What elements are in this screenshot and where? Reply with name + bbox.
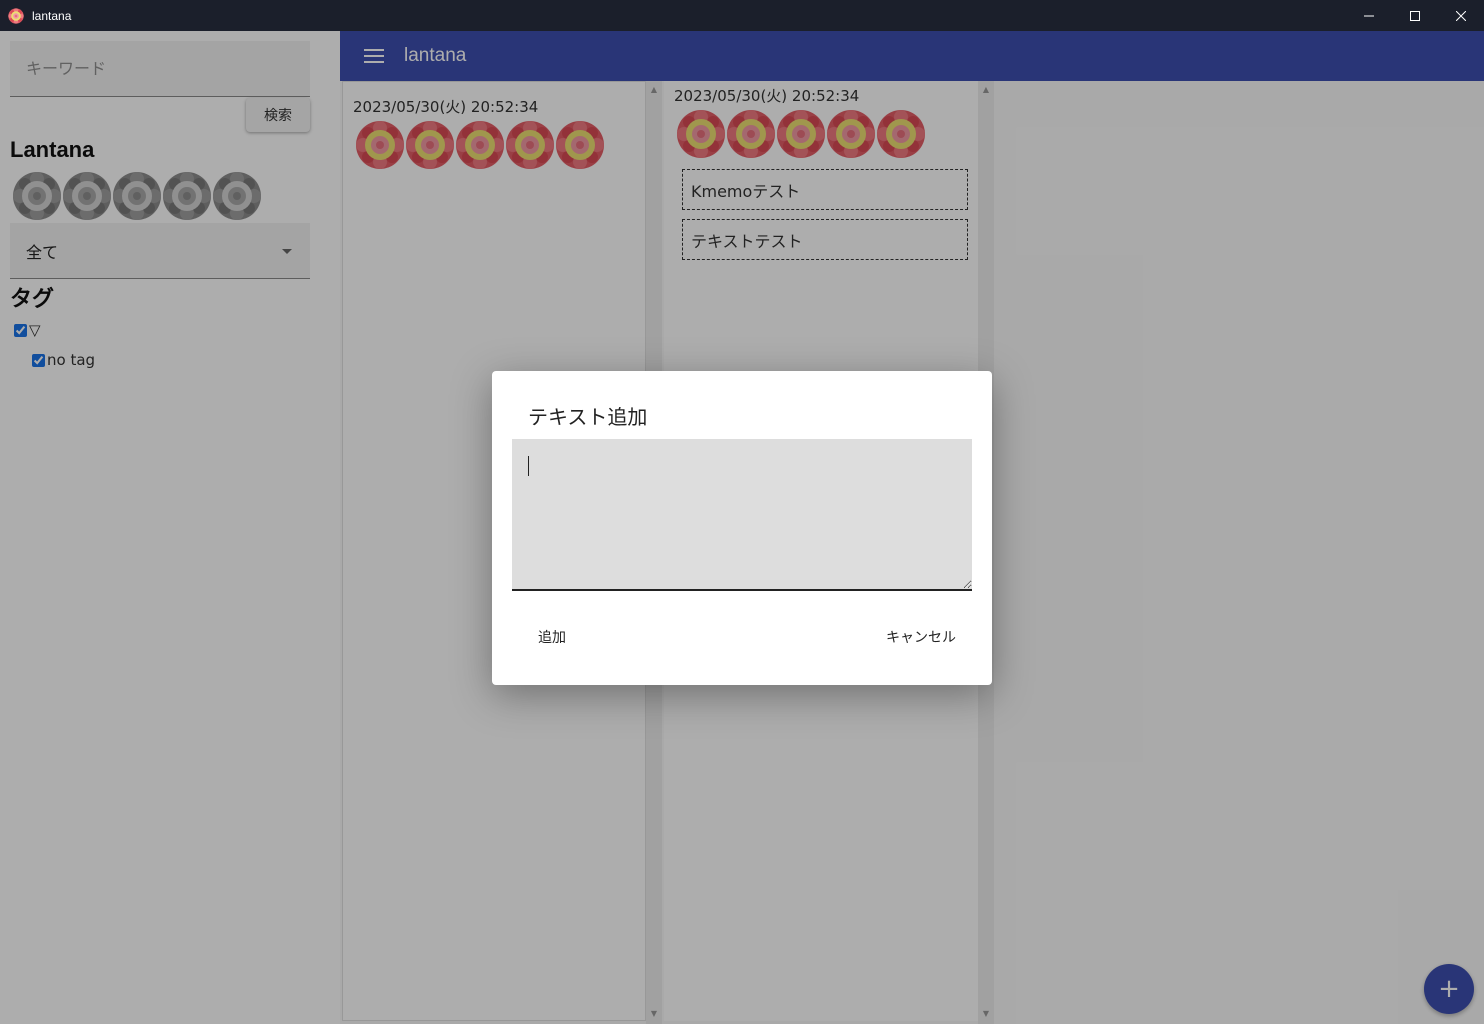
add-button[interactable]: 追加	[538, 625, 566, 649]
text-cursor	[528, 456, 529, 476]
window-title: lantana	[32, 8, 72, 23]
dialog-title: テキスト追加	[528, 405, 648, 429]
window-titlebar: lantana	[0, 0, 1484, 31]
lantana-app-icon	[8, 7, 24, 24]
close-icon[interactable]	[1438, 0, 1484, 31]
add-text-dialog: テキスト追加 追加 キャンセル	[492, 371, 992, 685]
text-input[interactable]	[512, 439, 972, 591]
maximize-icon[interactable]	[1392, 0, 1438, 31]
cancel-button[interactable]: キャンセル	[886, 625, 956, 649]
minimize-icon[interactable]	[1346, 0, 1392, 31]
